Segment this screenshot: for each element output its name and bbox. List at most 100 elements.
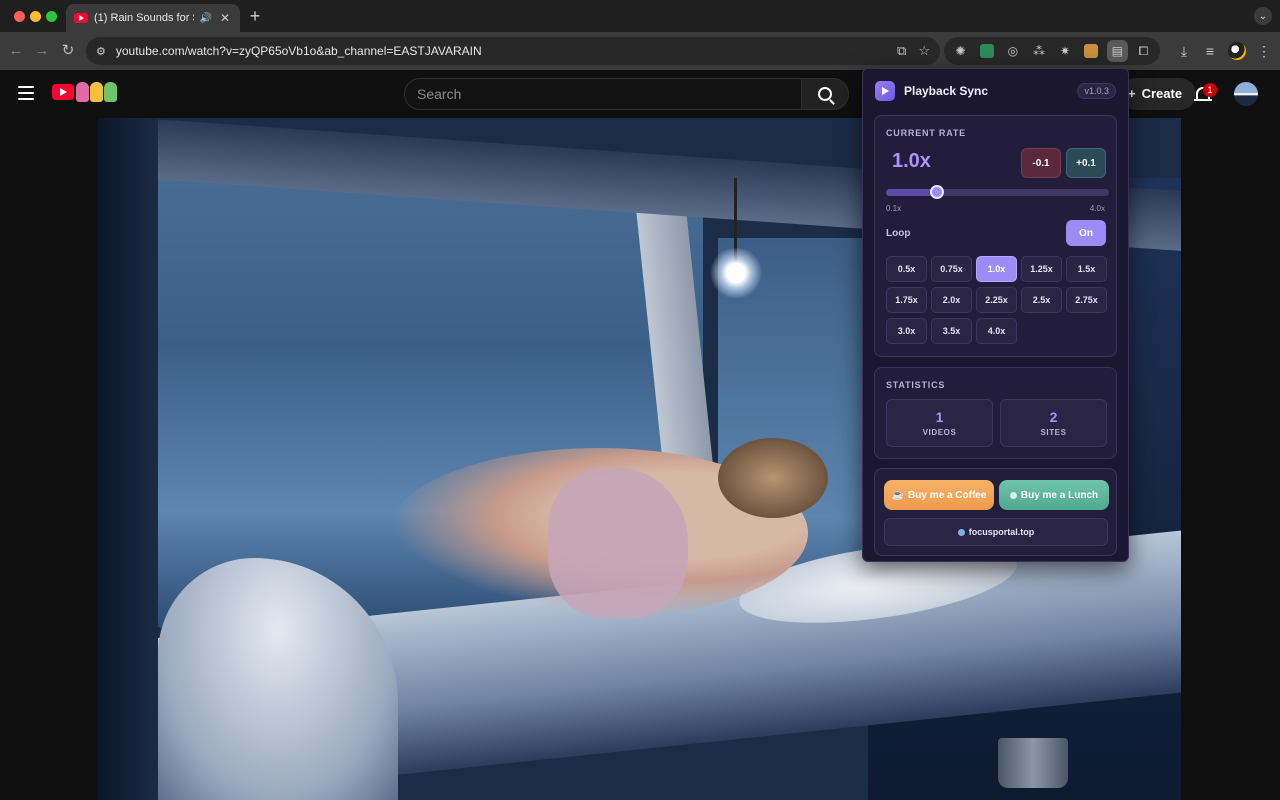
speed-preset-button[interactable]: 0.75x bbox=[931, 256, 972, 282]
decrease-rate-button[interactable]: -0.1 bbox=[1021, 148, 1061, 178]
rate-slider-thumb[interactable] bbox=[930, 185, 945, 199]
focusportal-link[interactable]: focusportal.top bbox=[884, 518, 1108, 546]
search-input[interactable] bbox=[404, 78, 802, 110]
sites-stat: 2 SITES bbox=[1000, 399, 1107, 447]
profile-avatar[interactable] bbox=[1228, 42, 1246, 60]
youtube-favicon-icon bbox=[74, 13, 88, 23]
forward-arrow-icon[interactable]: → bbox=[32, 41, 52, 61]
rate-slider-track[interactable] bbox=[886, 189, 1109, 196]
buy-lunch-button[interactable]: Buy me a Lunch bbox=[999, 480, 1109, 510]
video-scene-shirt bbox=[548, 468, 688, 618]
new-tab-button[interactable]: + bbox=[247, 6, 263, 27]
speed-preset-button[interactable]: 0.5x bbox=[886, 256, 927, 282]
video-scene-lamp bbox=[708, 248, 764, 298]
increase-rate-button[interactable]: +0.1 bbox=[1066, 148, 1106, 178]
more-menu-icon[interactable]: ⋮ bbox=[1254, 41, 1274, 61]
videos-stat: 1 VIDEOS bbox=[886, 399, 993, 447]
window-minimize-button[interactable] bbox=[30, 11, 41, 22]
play-logo-icon bbox=[875, 81, 895, 101]
tab-title: (1) Rain Sounds for Sleep bbox=[94, 12, 194, 24]
browser-tab-bar: (1) Rain Sounds for Sleep 🔊 ✕ + ⌄ bbox=[0, 0, 1280, 32]
address-bar[interactable]: ⚙ youtube.com/watch?v=zyQP65oVb1o&ab_cha… bbox=[86, 37, 940, 65]
statistics-label: STATISTICS bbox=[886, 380, 946, 390]
extension-playback-sync-icon[interactable]: ▤ bbox=[1106, 40, 1128, 62]
search-button[interactable] bbox=[801, 78, 849, 110]
video-scene-cup bbox=[998, 738, 1068, 788]
speed-preset-button[interactable]: 1.0x bbox=[976, 256, 1017, 282]
slider-min-label: 0.1x bbox=[886, 204, 902, 213]
url-text[interactable]: youtube.com/watch?v=zyQP65oVb1o&ab_chann… bbox=[116, 44, 885, 58]
speed-preset-button[interactable]: 2.25x bbox=[976, 287, 1017, 313]
extension-target-icon[interactable]: ◎ bbox=[1002, 40, 1023, 62]
coffee-icon: ☕ bbox=[891, 489, 905, 501]
cast-icon[interactable]: ⧉ bbox=[897, 43, 906, 59]
plus-icon: + bbox=[1128, 86, 1136, 101]
current-rate-value: 1.0x bbox=[892, 150, 931, 172]
current-rate-label: CURRENT RATE bbox=[886, 128, 966, 138]
search-icon bbox=[818, 87, 832, 101]
speed-preset-button[interactable]: 2.75x bbox=[1066, 287, 1107, 313]
speaker-icon[interactable]: 🔊 bbox=[200, 13, 212, 24]
tab-search-chevron-icon[interactable]: ⌄ bbox=[1254, 7, 1272, 25]
browser-toolbar: ← → ↻ ⚙ youtube.com/watch?v=zyQP65oVb1o&… bbox=[0, 32, 1280, 70]
extension-people-icon[interactable]: ⁂ bbox=[1028, 40, 1049, 62]
account-avatar[interactable] bbox=[1234, 82, 1258, 106]
sites-label: SITES bbox=[1040, 428, 1067, 437]
video-scene-hair bbox=[718, 438, 828, 518]
site-settings-icon[interactable]: ⚙ bbox=[96, 45, 106, 58]
extension-atom-icon[interactable]: ✷ bbox=[1055, 40, 1076, 62]
doodle-figure-2 bbox=[90, 82, 103, 102]
reload-icon[interactable]: ↻ bbox=[58, 41, 78, 61]
speed-preset-button[interactable]: 1.75x bbox=[886, 287, 927, 313]
video-scene-wall bbox=[98, 118, 158, 800]
youtube-doodle[interactable] bbox=[76, 82, 117, 102]
sites-count: 2 bbox=[1049, 409, 1058, 425]
extension-s-icon[interactable] bbox=[976, 40, 997, 62]
back-arrow-icon[interactable]: ← bbox=[6, 41, 26, 61]
download-icon[interactable]: ⤓ bbox=[1174, 41, 1194, 61]
speed-presets-grid: 0.5x 0.75x 1.0x 1.25x 1.5x 1.75x 2.0x 2.25x 2.5x… bbox=[886, 256, 1108, 344]
focusportal-label: focusportal.top bbox=[968, 527, 1035, 537]
videos-label: VIDEOS bbox=[922, 428, 957, 437]
speed-preset-button[interactable]: 3.0x bbox=[886, 318, 927, 344]
window-close-button[interactable] bbox=[14, 11, 25, 22]
speed-preset-button[interactable]: 2.5x bbox=[1021, 287, 1062, 313]
extension-box-icon[interactable] bbox=[1081, 40, 1102, 62]
extensions-strip: ✺ ◎ ⁂ ✷ ▤ ⧠ bbox=[944, 37, 1160, 65]
speed-preset-button[interactable]: 1.25x bbox=[1021, 256, 1062, 282]
slider-max-label: 4.0x bbox=[1089, 204, 1105, 213]
popup-header: Playback Sync v1.0.3 bbox=[863, 69, 1128, 113]
support-card: ☕ Buy me a Coffee Buy me a Lunch focuspo… bbox=[874, 468, 1117, 556]
youtube-logo-icon[interactable] bbox=[52, 84, 74, 100]
media-control-icon[interactable]: ≡ bbox=[1200, 41, 1220, 61]
buy-lunch-label: Buy me a Lunch bbox=[1020, 489, 1099, 501]
hamburger-menu-icon[interactable] bbox=[18, 86, 34, 100]
lunch-icon bbox=[1009, 491, 1017, 499]
speed-preset-button[interactable]: 4.0x bbox=[976, 318, 1017, 344]
create-button[interactable]: + Create bbox=[1120, 78, 1197, 110]
speed-preset-button[interactable]: 2.0x bbox=[931, 287, 972, 313]
loop-label: Loop bbox=[886, 228, 911, 239]
doodle-figure-3 bbox=[104, 82, 117, 102]
globe-icon bbox=[957, 528, 965, 536]
buy-coffee-label: Buy me a Coffee bbox=[908, 489, 987, 501]
popup-title: Playback Sync bbox=[904, 84, 989, 98]
speed-preset-button[interactable]: 1.5x bbox=[1066, 256, 1107, 282]
window-zoom-button[interactable] bbox=[46, 11, 57, 22]
create-label: Create bbox=[1141, 86, 1183, 101]
extension-openai-icon[interactable]: ✺ bbox=[950, 40, 971, 62]
extensions-puzzle-icon[interactable]: ⧠ bbox=[1133, 40, 1154, 62]
speed-preset-button[interactable]: 3.5x bbox=[931, 318, 972, 344]
statistics-card: STATISTICS 1 VIDEOS 2 SITES bbox=[874, 367, 1117, 459]
buy-coffee-button[interactable]: ☕ Buy me a Coffee bbox=[884, 480, 994, 510]
playback-sync-popup: Playback Sync v1.0.3 CURRENT RATE 1.0x -… bbox=[862, 68, 1129, 562]
loop-toggle-button[interactable]: On bbox=[1066, 220, 1106, 246]
current-rate-card: CURRENT RATE 1.0x -0.1 +0.1 0.1x 4.0x Lo… bbox=[874, 115, 1117, 357]
notification-badge: 1 bbox=[1203, 83, 1217, 97]
doodle-figure-1 bbox=[76, 82, 89, 102]
browser-tab[interactable]: (1) Rain Sounds for Sleep 🔊 ✕ bbox=[66, 4, 240, 32]
videos-count: 1 bbox=[935, 409, 944, 425]
bookmark-star-icon[interactable]: ☆ bbox=[918, 43, 930, 59]
version-badge: v1.0.3 bbox=[1077, 83, 1116, 99]
tab-close-icon[interactable]: ✕ bbox=[218, 11, 232, 25]
